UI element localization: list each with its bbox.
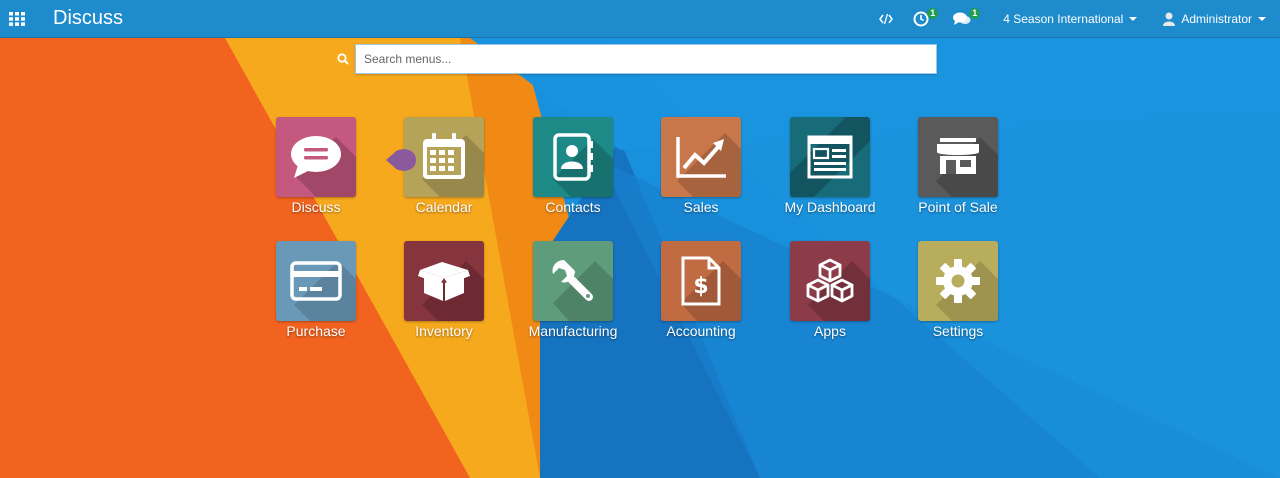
chevron-down-icon [1129,16,1138,21]
app-apps[interactable]: Apps [768,241,892,361]
app-tile [533,117,613,197]
messages-badge: 1 [969,7,981,19]
app-tile [533,241,613,321]
app-tile [276,117,356,197]
app-tile [404,117,484,197]
app-label: Sales [683,199,719,215]
box-icon [418,262,470,301]
app-title[interactable]: Discuss [53,7,123,30]
grid-icon [9,11,25,26]
calendar-icon [423,133,465,179]
messages-button[interactable]: 1 [945,0,981,38]
user-avatar-icon [1163,12,1176,26]
code-icon [879,13,894,24]
top-navbar: Discuss 1 1 4 Season International Admin… [0,0,1280,38]
invoice-dollar-icon: $ [681,256,721,306]
app-inventory[interactable]: Inventory [382,241,506,361]
app-tile [790,117,870,197]
chevron-down-icon [1258,16,1266,21]
dashboard-window-icon [807,135,853,179]
app-sales[interactable]: Sales [639,117,763,237]
gear-icon [936,259,980,303]
app-label: My Dashboard [784,199,876,215]
app-calendar[interactable]: Calendar [382,117,506,237]
app-label: Contacts [545,199,601,215]
app-label: Purchase [286,323,346,339]
app-tile [661,117,741,197]
app-tile [276,241,356,321]
app-label: Apps [814,323,846,339]
search-input[interactable] [355,44,937,74]
app-my-dashboard[interactable]: My Dashboard [768,117,892,237]
app-label: Calendar [415,199,473,215]
line-chart-icon [676,137,726,178]
app-discuss[interactable]: Discuss [254,117,378,237]
app-label: Inventory [415,323,473,339]
menu-search [330,44,940,74]
chat-bubble-icon [291,136,341,178]
app-label: Discuss [291,199,341,215]
app-tile [404,241,484,321]
user-menu[interactable]: Administrator [1155,0,1274,38]
company-switcher[interactable]: 4 Season International [989,0,1145,38]
app-label: Manufacturing [528,323,618,339]
apps-menu-button[interactable] [0,0,34,38]
app-label: Point of Sale [918,199,998,215]
search-icon [330,44,355,74]
address-book-icon [553,133,593,181]
company-name: 4 Season International [1003,11,1124,26]
app-purchase[interactable]: Purchase [254,241,378,361]
app-label: Settings [932,323,984,339]
credit-card-icon [290,261,342,301]
app-manufacturing[interactable]: Manufacturing [511,241,635,361]
app-tile: $ [661,241,741,321]
speech-tail-decoration [386,149,416,171]
app-settings[interactable]: Settings [896,241,1020,361]
debug-button[interactable] [871,0,901,38]
activity-badge: 1 [927,7,939,19]
app-point-of-sale[interactable]: Point of Sale [896,117,1020,237]
cubes-icon [806,258,854,303]
wrench-icon [552,260,593,301]
user-name: Administrator [1181,11,1252,26]
app-contacts[interactable]: Contacts [511,117,635,237]
app-tile [918,241,998,321]
app-accounting[interactable]: $ Accounting [639,241,763,361]
activity-button[interactable]: 1 [905,0,939,38]
storefront-icon [937,138,979,174]
app-label: Accounting [666,323,736,339]
app-tile [918,117,998,197]
svg-text:$: $ [693,274,708,299]
app-tile [790,241,870,321]
